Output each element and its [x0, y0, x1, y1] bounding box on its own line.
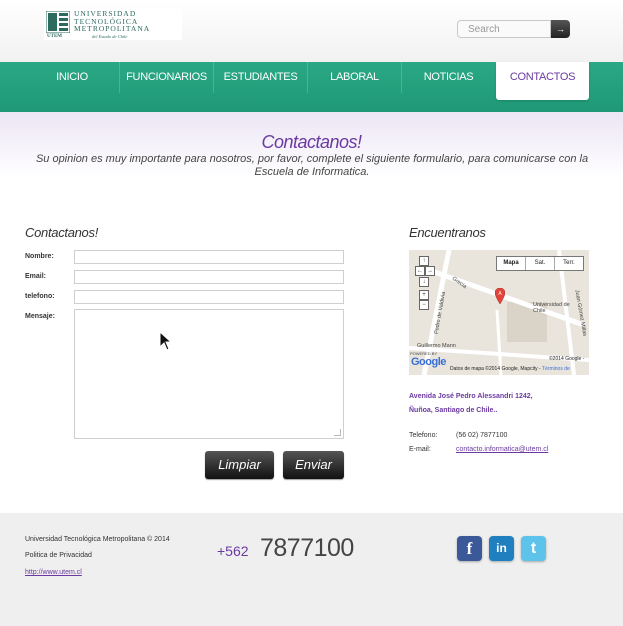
intro-text: Su opinion es muy importante para nosotr… — [35, 153, 589, 178]
map-marker-icon[interactable]: A — [495, 288, 505, 304]
map-type-tabs: Mapa Sat. Terr. — [496, 256, 584, 271]
map-tab-sat[interactable]: Sat. — [526, 257, 555, 270]
nav-item-funcionarios[interactable]: FUNCIONARIOS — [120, 62, 214, 93]
nav-item-contactos[interactable]: CONTACTOS — [496, 62, 589, 100]
facebook-icon[interactable]: f — [457, 536, 482, 561]
phone-field[interactable] — [74, 290, 344, 304]
footer-copyright: Universidad Tecnológica Metropolitana © … — [25, 536, 170, 543]
nav-item-noticias[interactable]: NOTICIAS — [402, 62, 495, 93]
message-label: Mensaje: — [25, 313, 55, 320]
clear-button[interactable]: Limpiar — [205, 451, 274, 479]
site-footer — [0, 513, 623, 626]
logo-tagline: del Estado de Chile — [92, 34, 128, 39]
logo-name: UNIVERSIDAD TECNOLÓGICA METROPOLITANA — [74, 10, 150, 33]
map-label-place: Universidad de Chile — [533, 302, 570, 314]
zoom-out-icon[interactable]: − — [419, 300, 429, 310]
website-link[interactable]: http://www.utem.cl — [25, 569, 82, 576]
phone-label: telefono: — [25, 293, 55, 300]
name-label: Nombre: — [25, 253, 54, 260]
page-title: Contactanos! — [261, 132, 362, 152]
map-data-credit: Datos de mapa ©2014 Google, Mapcity - — [450, 366, 541, 372]
phone-info-value: (56 02) 7877100 — [456, 432, 508, 439]
send-button[interactable]: Enviar — [283, 451, 344, 479]
nav-item-inicio[interactable]: INICIO — [25, 62, 120, 93]
message-textarea[interactable] — [74, 309, 344, 439]
shield-icon — [46, 11, 70, 33]
map-terms-link[interactable]: Términos de — [542, 366, 570, 372]
location-heading: Encuentranos — [409, 225, 486, 240]
privacy-link[interactable]: Politica de Privacidad — [25, 552, 92, 559]
zoom-in-icon[interactable]: + — [419, 290, 429, 300]
email-info-link[interactable]: contacto.informatica@utem.cl — [456, 446, 548, 453]
map-label-street3: Guillermo Mann — [417, 343, 456, 349]
nav-item-estudiantes[interactable]: ESTUDIANTES — [214, 62, 308, 93]
footer-phone-prefix: +562 — [217, 543, 249, 559]
main-nav: INICIO FUNCIONARIOS ESTUDIANTES LABORAL … — [0, 62, 623, 112]
address-line-2: Ñuñoa, Santiago de Chile.. — [409, 407, 498, 414]
nav-item-laboral[interactable]: LABORAL — [308, 62, 402, 93]
twitter-icon[interactable]: t — [521, 536, 546, 561]
map-tab-terr[interactable]: Terr. — [555, 257, 583, 270]
logo-line-3: METROPOLITANA — [74, 24, 151, 33]
pan-up-icon[interactable]: ↑ — [419, 256, 429, 266]
logo-acronym: UTEM — [47, 34, 62, 39]
name-field[interactable] — [74, 250, 344, 264]
map-copyright-top: ©2014 Google - — [549, 356, 585, 362]
phone-info-label: Telefono: — [409, 432, 438, 439]
utem-logo[interactable]: UNIVERSIDAD TECNOLÓGICA METROPOLITANA UT… — [44, 8, 182, 40]
google-logo[interactable]: Google — [411, 356, 446, 368]
mouse-cursor-icon — [159, 331, 173, 351]
pan-left-icon[interactable]: ← — [415, 266, 425, 276]
linkedin-icon[interactable]: in — [489, 536, 514, 561]
address-line-1: Avenida José Pedro Alessandri 1242, — [409, 393, 533, 400]
google-map[interactable]: Mapa Sat. Terr. ↑ ← → ↓ + − Grecia Pedro… — [409, 250, 589, 375]
site-header: UNIVERSIDAD TECNOLÓGICA METROPOLITANA UT… — [0, 0, 623, 62]
pan-down-icon[interactable]: ↓ — [419, 277, 429, 287]
map-copyright: Datos de mapa ©2014 Google, Mapcity - Té… — [450, 366, 570, 372]
resize-handle-icon[interactable] — [334, 429, 341, 436]
footer-phone-number: 7877100 — [260, 534, 354, 562]
email-info-label: E-mail: — [409, 446, 431, 453]
email-field[interactable] — [74, 270, 344, 284]
email-label: Email: — [25, 273, 47, 280]
pan-right-icon[interactable]: → — [425, 266, 435, 276]
search-button[interactable]: → — [551, 20, 570, 38]
map-tab-mapa[interactable]: Mapa — [497, 257, 526, 270]
search-input[interactable]: Search — [457, 20, 551, 38]
form-heading: Contactanos! — [25, 225, 99, 240]
